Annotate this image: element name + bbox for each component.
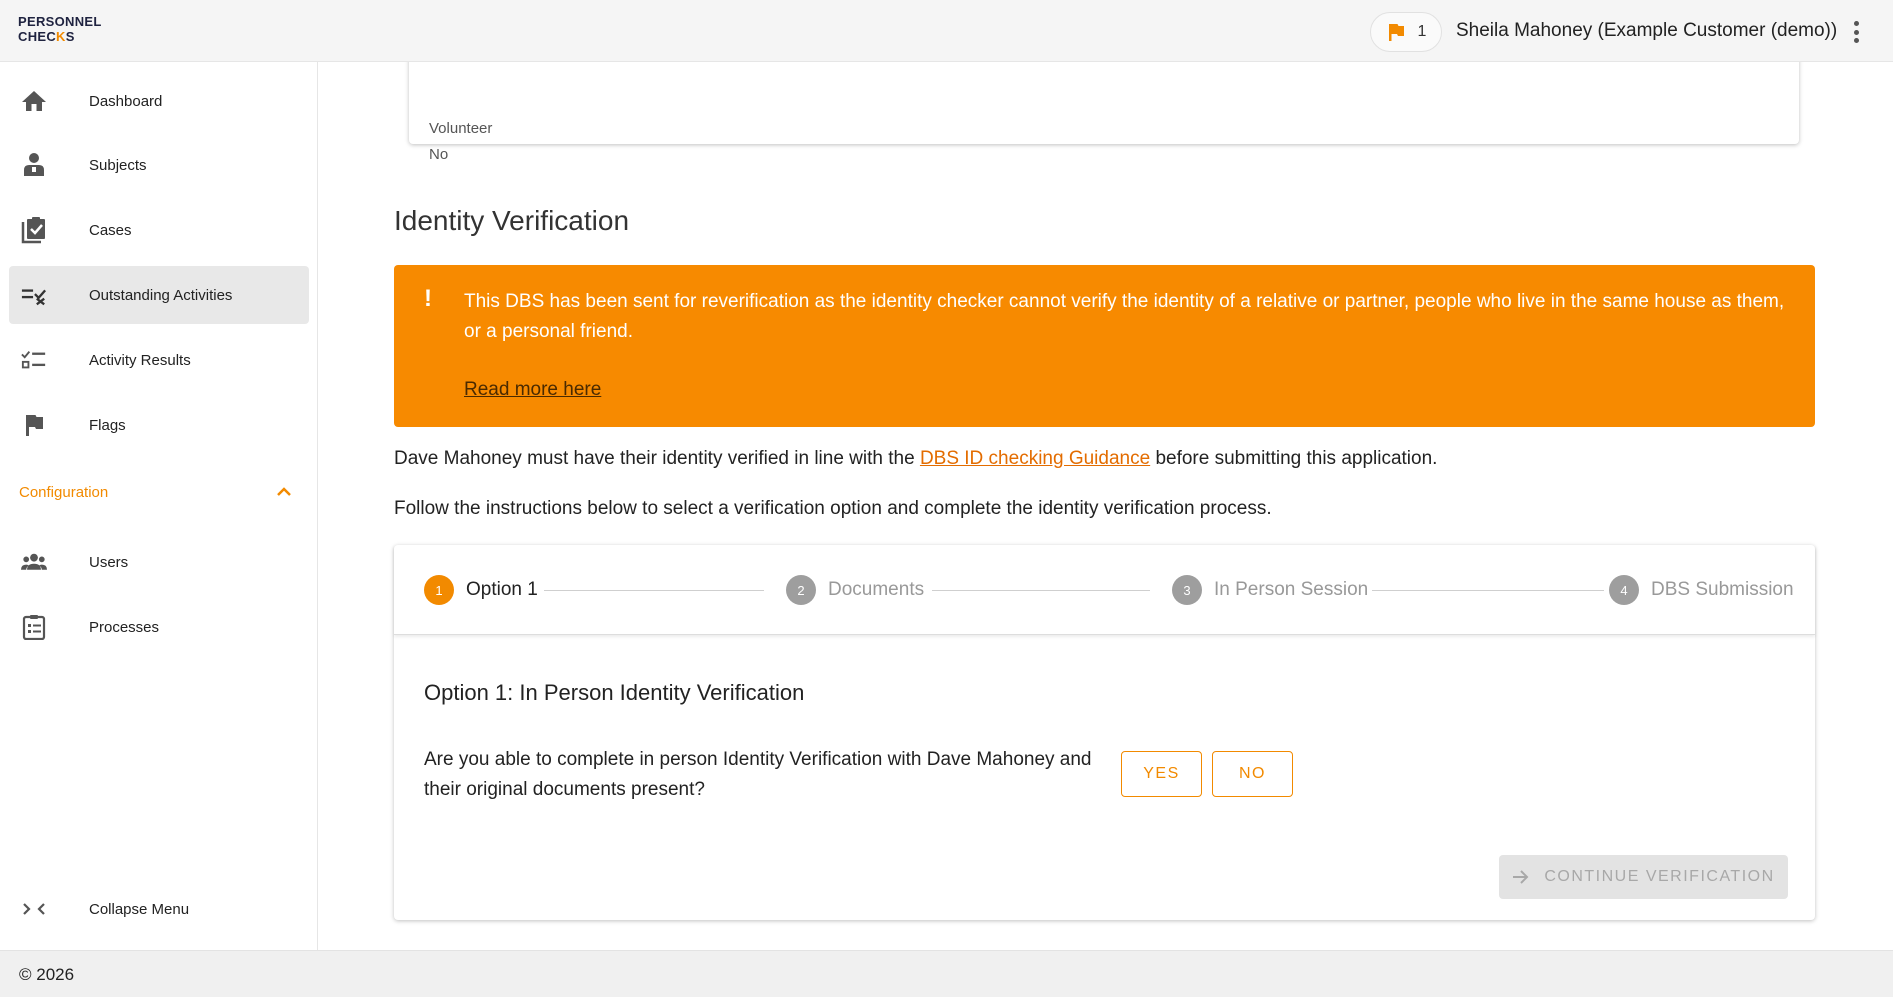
- arrow-right-icon: [1513, 870, 1529, 884]
- section-title: Identity Verification: [394, 205, 630, 236]
- playlist-check-icon: [21, 282, 47, 308]
- clipboard-check-icon: [21, 217, 47, 244]
- sidebar-item-subjects[interactable]: Subjects: [9, 136, 309, 194]
- sidebar-item-label: Flags: [89, 416, 126, 434]
- flags-badge-button[interactable]: 1: [1370, 12, 1442, 52]
- chevron-up-icon: [274, 482, 294, 507]
- group-icon: [21, 549, 47, 575]
- sidebar-item-processes[interactable]: Processes: [9, 598, 309, 656]
- configuration-section-toggle[interactable]: Configuration: [0, 472, 318, 512]
- sidebar-item-label: Activity Results: [89, 351, 191, 369]
- volunteer-label: Volunteer: [429, 120, 493, 137]
- flag-icon: [1388, 24, 1404, 41]
- sidebar-item-users[interactable]: Users: [9, 533, 309, 591]
- alert-message: This DBS has been sent for reverificatio…: [464, 291, 1785, 342]
- dbs-guidance-link[interactable]: DBS ID checking Guidance: [920, 448, 1150, 469]
- app-logo[interactable]: PERSONNEL CHECKS: [18, 14, 102, 44]
- step-dbs-submission[interactable]: 4 DBS Submission: [1609, 575, 1794, 605]
- top-bar: PERSONNEL CHECKS 1 Sheila Mahoney (Examp…: [0, 0, 1893, 62]
- collapse-icon: [21, 896, 47, 922]
- flag-icon: [21, 412, 47, 438]
- sidebar-item-outstanding-activities[interactable]: Outstanding Activities: [9, 266, 309, 324]
- sidebar-item-label: Subjects: [89, 156, 147, 174]
- sidebar-item-label: Users: [89, 553, 129, 571]
- configuration-label: Configuration: [19, 484, 109, 501]
- instruction-paragraph-2: Follow the instructions below to select …: [394, 498, 1272, 519]
- step-connector: [932, 590, 1150, 591]
- step-connector: [544, 590, 764, 591]
- step-documents[interactable]: 2 Documents: [786, 575, 924, 605]
- collapse-menu-button[interactable]: Collapse Menu: [9, 880, 309, 938]
- logo-line-2: CHECKS: [18, 29, 75, 44]
- copyright: © 2026: [19, 965, 75, 984]
- sidebar-item-activity-results[interactable]: Activity Results: [9, 331, 309, 389]
- user-name[interactable]: Sheila Mahoney (Example Customer (demo)): [1456, 20, 1837, 42]
- clipboard-list-icon: [21, 614, 47, 640]
- footer: © 2026: [0, 950, 1893, 997]
- continue-label: CONTINUE VERIFICATION: [1544, 868, 1775, 885]
- logo-line-1: PERSONNEL: [18, 14, 102, 29]
- sidebar-item-dashboard[interactable]: Dashboard: [9, 72, 309, 130]
- option-title: Option 1: In Person Identity Verificatio…: [424, 680, 805, 705]
- checklist-icon: [21, 347, 47, 373]
- yes-button[interactable]: YES: [1121, 751, 1202, 797]
- home-icon: [21, 88, 47, 114]
- no-button[interactable]: NO: [1212, 751, 1293, 797]
- step-in-person-session[interactable]: 3 In Person Session: [1172, 575, 1368, 605]
- option-question: Are you able to complete in person Ident…: [424, 749, 1092, 800]
- read-more-link[interactable]: Read more here: [464, 379, 601, 401]
- collapse-menu-label: Collapse Menu: [89, 900, 190, 918]
- instruction-paragraph: Dave Mahoney must have their identity ve…: [394, 448, 1438, 469]
- verification-stepper-card: 1 Option 1 2 Documents 3 In Person Sessi…: [394, 545, 1815, 920]
- stepper: 1 Option 1 2 Documents 3 In Person Sessi…: [394, 545, 1815, 635]
- details-card: Volunteer No: [409, 62, 1799, 163]
- continue-verification-button[interactable]: CONTINUE VERIFICATION: [1499, 855, 1788, 899]
- main-content: Volunteer No Identity Verification ! Thi…: [319, 62, 1893, 950]
- step-connector: [1372, 590, 1604, 591]
- sidebar-item-label: Cases: [89, 221, 132, 239]
- sidebar-item-label: Processes: [89, 618, 160, 636]
- person-icon: [21, 152, 47, 178]
- more-options-icon[interactable]: [1846, 18, 1866, 46]
- sidebar-item-label: Dashboard: [89, 92, 163, 110]
- alert-icon: !: [424, 285, 432, 312]
- sidebar: Dashboard Subjects Cases Outstanding Act…: [0, 62, 318, 950]
- sidebar-item-flags[interactable]: Flags: [9, 396, 309, 454]
- reverification-alert: ! This DBS has been sent for reverificat…: [394, 265, 1815, 427]
- step-option-1[interactable]: 1 Option 1: [424, 575, 538, 605]
- sidebar-item-label: Outstanding Activities: [89, 286, 233, 304]
- flag-count: 1: [1417, 23, 1427, 40]
- volunteer-value: No: [429, 146, 449, 163]
- sidebar-item-cases[interactable]: Cases: [9, 201, 309, 259]
